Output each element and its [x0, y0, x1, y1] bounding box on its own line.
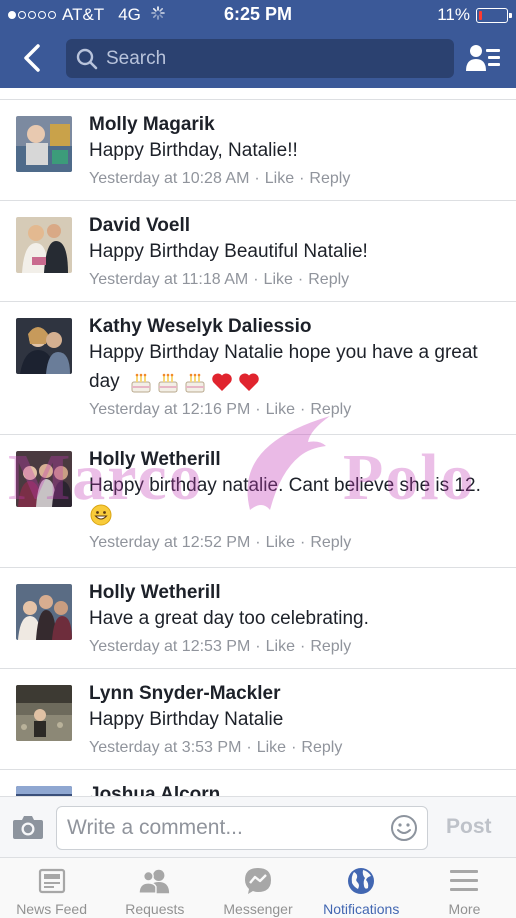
top-bar: AT&T 4G 6:25 PM 11% [0, 0, 516, 88]
comment-time: Yesterday at 12:52 PM [89, 534, 251, 551]
comment-author[interactable]: Lynn Snyder-Mackler [89, 683, 506, 705]
globe-icon [348, 868, 375, 894]
comment-author[interactable]: Joshua Alcorn [89, 784, 506, 796]
comment-text: Have a great day too celebrating. [89, 608, 369, 629]
smiley-icon[interactable] [390, 814, 418, 842]
hamburger-menu-icon [450, 870, 479, 891]
like-link[interactable]: Like [266, 399, 295, 421]
comment-item: David Voell Happy Birthday Beautiful Nat… [0, 201, 516, 302]
reply-link[interactable]: Reply [310, 399, 351, 421]
red-heart-icon [239, 373, 259, 391]
friends-list-button[interactable] [466, 41, 502, 75]
friends-list-icon [466, 45, 500, 71]
comment-body: Happy Birthday Natalie hope you have a g… [89, 338, 506, 396]
comment-author[interactable]: Holly Wetherill [89, 449, 506, 471]
birthday-cake-icon [185, 373, 205, 393]
tab-news-feed[interactable]: News Feed [0, 858, 103, 918]
avatar[interactable] [16, 451, 72, 507]
like-link[interactable]: Like [265, 168, 294, 190]
comment-time: Yesterday at 12:53 PM [89, 638, 251, 655]
battery-icon [476, 7, 512, 23]
messenger-icon [245, 868, 271, 894]
reply-link[interactable]: Reply [310, 636, 351, 658]
avatar[interactable] [16, 217, 72, 273]
comment-input-box[interactable] [56, 806, 428, 850]
tab-notifications[interactable]: Notifications [310, 858, 413, 918]
comment-text: Happy Birthday Beautiful Natalie! [89, 241, 368, 262]
comment-composer: Post [0, 796, 516, 857]
search-icon [76, 48, 98, 69]
camera-icon [13, 816, 43, 839]
tab-label: Requests [125, 901, 185, 917]
comment-item: Lynn Snyder-Mackler Happy Birthday Natal… [0, 669, 516, 770]
comment-author[interactable]: Molly Magarik [89, 114, 506, 136]
comment-author[interactable]: David Voell [89, 215, 506, 237]
avatar[interactable] [16, 584, 72, 640]
chevron-left-icon [24, 44, 40, 72]
comment-time: Yesterday at 12:16 PM [89, 401, 251, 418]
comment-author[interactable]: Holly Wetherill [89, 582, 506, 604]
tab-messenger[interactable]: Messenger [206, 858, 309, 918]
friend-requests-icon [138, 869, 169, 894]
avatar[interactable] [16, 116, 72, 172]
like-link[interactable]: Like [266, 636, 295, 658]
tab-label: Notifications [323, 901, 400, 917]
comment-author[interactable]: Kathy Weselyk Daliessio [89, 316, 506, 338]
avatar[interactable] [16, 685, 72, 741]
comment-time: Yesterday at 11:18 AM [89, 271, 249, 288]
search-bar[interactable] [66, 39, 454, 78]
comment-list: Molly Magarik Happy Birthday, Natalie!! … [0, 99, 516, 796]
comment-text: Happy birthday natalie. Cant believe she… [89, 475, 481, 496]
birthday-cake-icon [158, 373, 178, 393]
reply-link[interactable]: Reply [309, 168, 350, 190]
comment-item: Kathy Weselyk Daliessio Happy Birthday N… [0, 302, 516, 435]
battery-percent: 11% [437, 5, 470, 24]
comment-item: Holly Wetherill Happy birthday natalie. … [0, 435, 516, 568]
comment-item: Holly Wetherill Have a great day too cel… [0, 568, 516, 669]
red-heart-icon [212, 373, 232, 391]
comment-text: Happy Birthday, Natalie!! [89, 140, 298, 161]
tab-bar: News Feed Requests Messenger Notificatio… [0, 857, 516, 918]
post-button[interactable]: Post [446, 815, 492, 839]
like-link[interactable]: Like [264, 269, 293, 291]
reply-link[interactable]: Reply [308, 269, 349, 291]
like-link[interactable]: Like [266, 532, 295, 554]
tab-label: News Feed [16, 901, 87, 917]
tab-label: Messenger [223, 901, 293, 917]
comment-text: Happy Birthday Natalie [89, 709, 284, 730]
tab-label: More [448, 901, 481, 917]
back-button[interactable] [14, 40, 50, 76]
status-bar: AT&T 4G 6:25 PM 11% [0, 0, 516, 30]
comment-item: Joshua Alcorn [0, 770, 516, 796]
grinning-face-icon [90, 504, 112, 526]
reply-link[interactable]: Reply [310, 532, 351, 554]
camera-button[interactable] [12, 813, 44, 841]
tab-more[interactable]: More [413, 858, 516, 918]
comment-item: Molly Magarik Happy Birthday, Natalie!! … [0, 100, 516, 201]
like-link[interactable]: Like [257, 737, 286, 759]
comment-time: Yesterday at 10:28 AM [89, 170, 250, 187]
search-input[interactable] [106, 47, 426, 70]
birthday-cake-icon [131, 373, 151, 393]
avatar[interactable] [16, 786, 72, 796]
reply-link[interactable]: Reply [301, 737, 342, 759]
comment-time: Yesterday at 3:53 PM [89, 739, 242, 756]
comment-body: Happy birthday natalie. Cant believe she… [89, 471, 506, 529]
news-feed-icon [38, 868, 65, 894]
tab-requests[interactable]: Requests [103, 858, 206, 918]
avatar[interactable] [16, 318, 72, 374]
comment-input[interactable] [67, 816, 382, 840]
